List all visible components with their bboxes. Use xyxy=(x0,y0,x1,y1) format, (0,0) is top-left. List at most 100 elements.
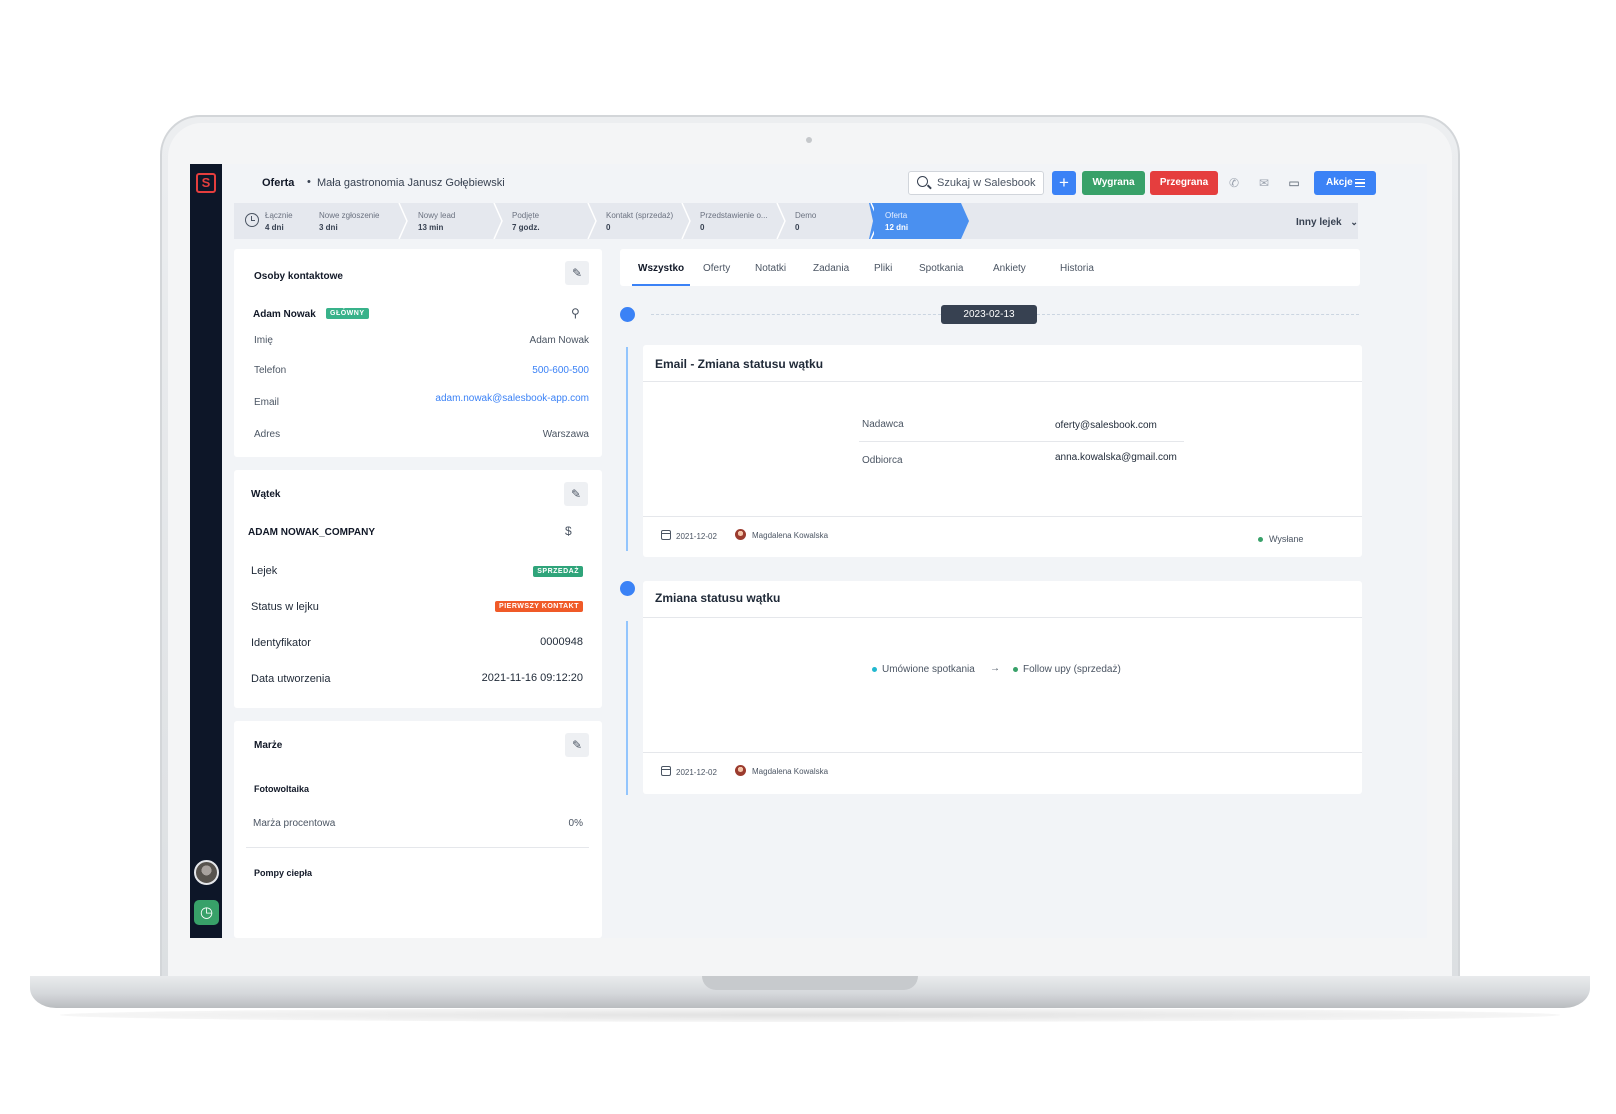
tab-tasks[interactable]: Zadania xyxy=(813,263,849,274)
currency-icon[interactable]: $ xyxy=(565,524,572,538)
funnel-status-label: Status w lejku xyxy=(251,601,319,613)
message-icon[interactable]: ▭ xyxy=(1282,171,1306,195)
email-status: Wysłane xyxy=(1269,534,1304,544)
margin-group-pv: Fotowoltaika xyxy=(254,784,310,794)
divider xyxy=(643,617,1362,618)
contact-email-label: Email xyxy=(254,397,280,408)
tab-files[interactable]: Pliki xyxy=(874,263,892,274)
identifier-value: 0000948 xyxy=(540,636,583,648)
tab-surveys[interactable]: Ankiety xyxy=(993,263,1026,274)
person-icon[interactable]: ⚲ xyxy=(571,306,580,320)
tab-all[interactable]: Wszystko xyxy=(638,263,684,274)
timeline-dot xyxy=(620,581,635,596)
won-button[interactable]: Wygrana xyxy=(1082,171,1145,195)
contact-email-link[interactable]: adam.nowak@salesbook-app.com xyxy=(435,393,589,404)
search-input[interactable]: Szukaj w Salesbook xyxy=(908,171,1044,195)
author-avatar xyxy=(735,765,746,776)
email-entry-title: Email - Zmiana statusu wątku xyxy=(655,357,824,371)
breadcrumb-stage: Oferta xyxy=(262,177,295,189)
phone-icon[interactable]: ✆ xyxy=(1222,171,1246,195)
status-dot-icon xyxy=(1258,537,1263,542)
divider xyxy=(643,516,1362,517)
from-status: Umówione spotkania xyxy=(882,664,975,675)
timeline-line xyxy=(626,347,628,551)
clock-icon[interactable]: ◷ xyxy=(194,900,219,925)
entry-author: Magdalena Kowalska xyxy=(752,767,829,776)
salesbook-logo-icon[interactable]: S xyxy=(196,173,216,193)
to-status: Follow upy (sprzedaż) xyxy=(1023,664,1121,675)
active-tab-indicator xyxy=(632,284,690,286)
mail-icon[interactable]: ✉ xyxy=(1252,171,1276,195)
timeline-dash xyxy=(651,314,941,315)
created-date-value: 2021-11-16 09:12:20 xyxy=(481,672,583,684)
sender-label: Nadawca xyxy=(862,419,904,430)
stage-label: Oferta xyxy=(885,211,908,220)
activity-tabs: Wszystko Oferty Notatki Zadania Pliki Sp… xyxy=(620,249,1360,286)
author-avatar xyxy=(735,529,746,540)
timeline-line xyxy=(626,621,628,795)
contacts-title: Osoby kontaktowe xyxy=(254,271,343,282)
chevron-down-icon: ⌄ xyxy=(1350,217,1358,227)
stage-value: 12 dni xyxy=(885,223,909,232)
funnel-badge: SPRZEDAŻ xyxy=(533,566,583,577)
funnel-select[interactable]: Inny lejek ⌄ xyxy=(1296,217,1358,228)
margins-card: Marże ✎ Fotowoltaika Marża procentowa 0%… xyxy=(234,721,602,938)
margin-group-heat-pumps: Pompy ciepła xyxy=(254,868,313,878)
margins-title: Marże xyxy=(254,740,283,751)
entry-date: 2021-12-02 xyxy=(676,532,717,541)
status-entry-title: Zmiana statusu wątku xyxy=(655,591,781,605)
tab-offers[interactable]: Oferty xyxy=(703,263,730,274)
edit-thread-icon[interactable]: ✎ xyxy=(564,482,588,506)
divider xyxy=(246,847,589,848)
funnel-label: Lejek xyxy=(251,565,278,577)
created-date-label: Data utworzenia xyxy=(251,673,331,685)
tab-notes[interactable]: Notatki xyxy=(755,263,786,274)
stage-dividers xyxy=(398,203,874,239)
actions-button[interactable]: Akcje xyxy=(1314,171,1376,195)
recipient-label: Odbiorca xyxy=(862,455,903,466)
edit-contacts-icon[interactable]: ✎ xyxy=(565,261,589,285)
breadcrumb-separator: • xyxy=(307,176,311,188)
pipeline-stage-offer[interactable]: Oferta 12 dni xyxy=(869,203,969,239)
left-rail: S ◷ xyxy=(190,164,222,938)
from-status-dot-icon xyxy=(872,667,877,672)
page-title: Mała gastronomia Janusz Gołębiewski xyxy=(317,177,505,189)
lost-button[interactable]: Przegrana xyxy=(1150,171,1218,195)
tab-history[interactable]: Historia xyxy=(1060,263,1094,274)
contact-phone-label: Telefon xyxy=(254,365,287,376)
timeline-dash xyxy=(1037,314,1359,315)
laptop-notch xyxy=(702,976,918,990)
timeline-date: 2023-02-13 xyxy=(941,305,1037,324)
contact-name[interactable]: Adam Nowak xyxy=(253,309,316,320)
divider xyxy=(859,441,1184,442)
funnel-status-badge: PIERWSZY KONTAKT xyxy=(495,601,583,612)
main-contact-badge: GŁÓWNY xyxy=(326,308,369,319)
timeline-dot xyxy=(620,307,635,322)
user-avatar[interactable] xyxy=(194,860,219,885)
actions-label: Akcje xyxy=(1326,177,1353,188)
email-entry-card[interactable]: Email - Zmiana statusu wątku Nadawca ofe… xyxy=(643,345,1362,557)
search-placeholder: Szukaj w Salesbook xyxy=(937,177,1036,189)
tab-meetings[interactable]: Spotkania xyxy=(919,263,963,274)
status-entry-card[interactable]: Zmiana statusu wątku Umówione spotkania … xyxy=(643,581,1362,794)
identifier-label: Identyfikator xyxy=(251,637,311,649)
thread-title: Wątek xyxy=(251,489,281,500)
contact-address-label: Adres xyxy=(254,429,281,440)
entry-author: Magdalena Kowalska xyxy=(752,531,829,540)
contact-first-name-value: Adam Nowak xyxy=(529,335,589,346)
main-content: Oferta • Mała gastronomia Janusz Gołębie… xyxy=(222,164,1427,938)
contact-first-name-label: Imię xyxy=(254,335,273,346)
edit-margins-icon[interactable]: ✎ xyxy=(565,733,589,757)
thread-company: ADAM NOWAK_COMPANY xyxy=(248,527,376,538)
contact-phone-link[interactable]: 500-600-500 xyxy=(532,365,589,376)
contacts-card: Osoby kontaktowe ✎ Adam Nowak GŁÓWNY ⚲ I… xyxy=(234,249,602,457)
to-status-dot-icon xyxy=(1013,667,1018,672)
arrow-right-icon: → xyxy=(990,663,1000,674)
laptop-shadow xyxy=(60,1008,1560,1022)
search-icon xyxy=(917,176,928,187)
calendar-icon xyxy=(661,530,671,540)
menu-icon xyxy=(1355,179,1365,187)
add-button[interactable]: + xyxy=(1052,171,1076,195)
calendar-icon xyxy=(661,766,671,776)
app-screen: S ◷ Oferta • Mała gastronomia Janusz Goł… xyxy=(190,164,1427,938)
